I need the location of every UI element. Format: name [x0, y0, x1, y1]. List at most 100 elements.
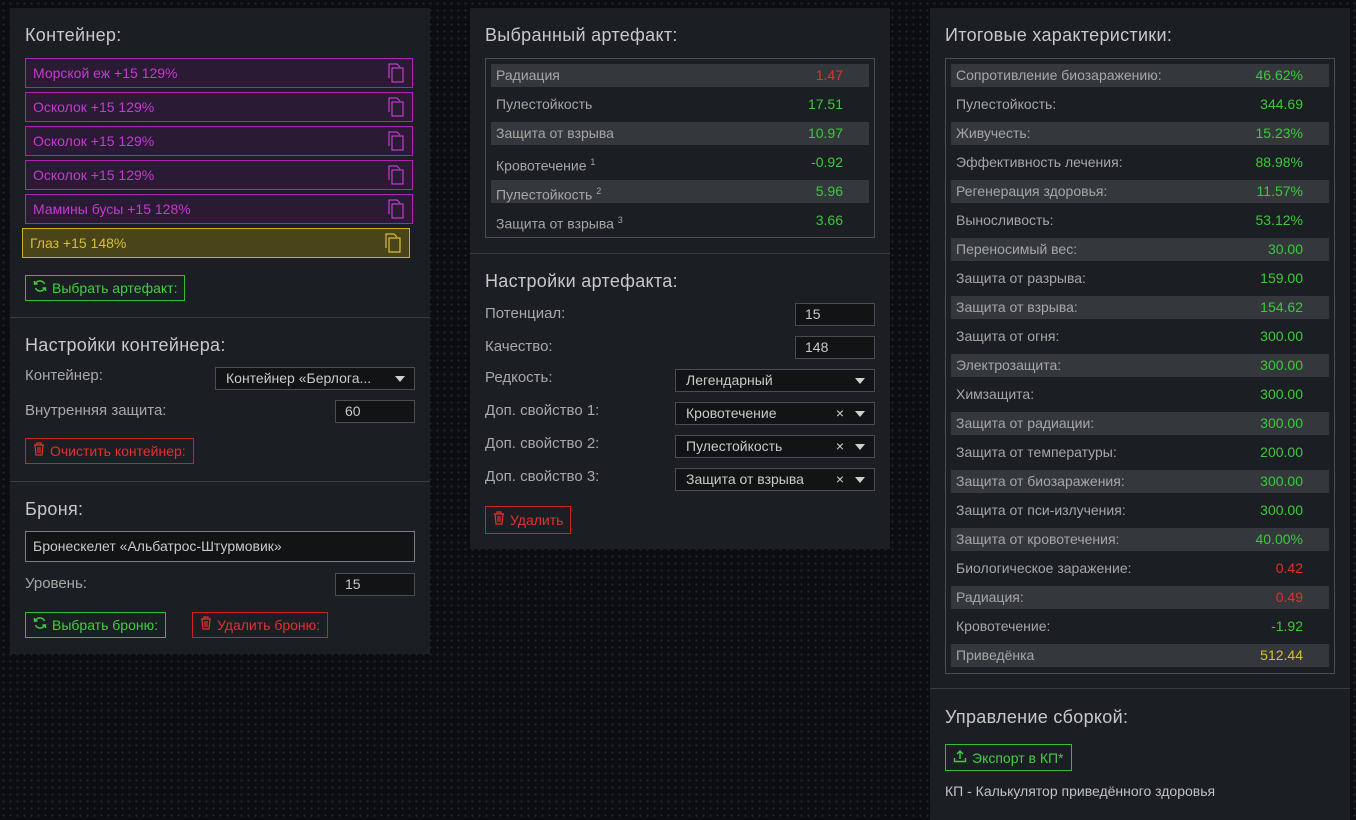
container-slot-selected[interactable]: Глаз +15 148%	[22, 228, 410, 258]
container-slot-5[interactable]: Мамины бусы +15 128%	[25, 194, 413, 224]
trash-icon	[33, 439, 45, 463]
divider	[930, 688, 1350, 689]
stat-name: Эффективность лечения:	[956, 154, 1123, 170]
trash-icon	[493, 508, 505, 532]
table-row: Защита от радиации: 300.00	[951, 412, 1329, 435]
armor-level-label: Уровень:	[25, 575, 87, 592]
container-slot-3[interactable]: Осколок +15 129%	[25, 126, 413, 156]
potential-input[interactable]: 15	[795, 303, 875, 326]
prop2-value: Пулестойкость	[686, 438, 783, 454]
armor-name-field[interactable]: Бронескелет «Альбатрос-Штурмовик»	[25, 531, 415, 562]
prop3-value: Защита от взрыва	[686, 471, 804, 487]
clear-container-label: Очистить контейнер:	[50, 443, 186, 459]
stat-value: 17.51	[807, 96, 843, 112]
container-select[interactable]: Контейнер «Берлога...	[215, 367, 415, 390]
copy-icon[interactable]	[387, 97, 405, 126]
chevron-down-icon	[855, 477, 865, 483]
stat-value: 300.00	[1260, 357, 1303, 373]
table-row: Пулестойкость 17.51	[491, 93, 869, 116]
prop3-label: Доп. свойство 3:	[485, 468, 600, 485]
stat-value: -0.92	[811, 154, 843, 170]
stat-name: Защита от разрыва:	[956, 270, 1086, 286]
refresh-icon	[33, 613, 47, 637]
slot-label: Глаз +15 148%	[30, 235, 127, 251]
totals-table: Сопротивление биозаражению: 46.62% Пулесто…	[945, 58, 1335, 674]
stat-value: 300.00	[1260, 328, 1303, 344]
stat-value: 0.42	[1275, 560, 1303, 576]
copy-icon[interactable]	[387, 131, 405, 160]
table-row: Радиация 1.47	[491, 64, 869, 87]
table-row: Радиация: 0.49	[951, 586, 1329, 609]
stat-value: 300.00	[1260, 386, 1303, 402]
container-title: Контейнер:	[25, 25, 122, 45]
build-note: КП - Калькулятор приведённого здоровья	[945, 783, 1216, 799]
middle-panel: Выбранный артефакт: Радиация 1.47 Пулест…	[470, 8, 890, 549]
table-row: Пулестойкость: 344.69	[951, 93, 1329, 116]
table-row: Приведёнка 512.44	[951, 644, 1329, 667]
upload-icon	[953, 746, 967, 770]
stat-value: 11.57%	[1256, 183, 1303, 199]
armor-level-input[interactable]: 15	[335, 573, 415, 596]
container-slot-2[interactable]: Осколок +15 129%	[25, 92, 413, 122]
export-button[interactable]: Экспорт в КП*	[945, 744, 1072, 771]
copy-icon[interactable]	[384, 233, 402, 262]
table-row: Защита от температуры: 200.00	[951, 441, 1329, 464]
stat-name: Пулестойкость 2	[496, 186, 602, 203]
artifact-settings-title: Настройки артефакта:	[485, 271, 678, 291]
divider	[470, 253, 890, 254]
clear-icon[interactable]: ×	[836, 403, 844, 424]
table-row: Защита от огня: 300.00	[951, 325, 1329, 348]
right-panel: Итоговые характеристики: Сопротивление б…	[930, 8, 1350, 820]
table-row: Биологическое заражение: 0.42	[951, 557, 1329, 580]
clear-icon[interactable]: ×	[836, 436, 844, 457]
prop2-label: Доп. свойство 2:	[485, 435, 600, 452]
stat-name: Пулестойкость:	[956, 96, 1057, 112]
container-slot-1[interactable]: Морской еж +15 129%	[25, 58, 413, 88]
clear-container-button[interactable]: Очистить контейнер:	[25, 438, 194, 464]
stat-name: Радиация	[496, 67, 560, 83]
table-row: Защита от взрыва: 154.62	[951, 296, 1329, 319]
copy-icon[interactable]	[387, 199, 405, 228]
stat-value: 30.00	[1267, 241, 1303, 257]
copy-icon[interactable]	[387, 63, 405, 92]
table-row: Защита от биозаражения: 300.00	[951, 470, 1329, 493]
quality-label: Качество:	[485, 338, 553, 355]
quality-input[interactable]: 148	[795, 336, 875, 359]
stat-name: Регенерация здоровья:	[956, 183, 1108, 199]
stat-name: Защита от кровотечения:	[956, 531, 1120, 547]
stat-name: Приведёнка	[956, 647, 1035, 663]
export-label: Экспорт в КП*	[972, 749, 1064, 766]
stat-name: Сопротивление биозаражению:	[956, 67, 1162, 83]
stat-value: 5.96	[815, 183, 843, 199]
copy-icon[interactable]	[387, 165, 405, 194]
table-row: Защита от разрыва: 159.00	[951, 267, 1329, 290]
stat-name: Защита от взрыва	[496, 125, 614, 141]
prop2-select[interactable]: Пулестойкость ×	[675, 435, 875, 458]
delete-artifact-label: Удалить	[510, 512, 564, 528]
stat-name: Радиация:	[956, 589, 1024, 605]
stat-name: Кровотечение 1	[496, 157, 596, 174]
delete-artifact-button[interactable]: Удалить	[485, 506, 572, 534]
stat-value: 46.62%	[1255, 67, 1303, 83]
stat-name: Защита от температуры:	[956, 444, 1117, 460]
delete-armor-label: Удалить броню:	[217, 617, 321, 633]
armor-title: Броня:	[25, 499, 84, 519]
container-slot-4[interactable]: Осколок +15 129%	[25, 160, 413, 190]
stat-value: 344.69	[1260, 96, 1303, 112]
build-title: Управление сборкой:	[945, 707, 1129, 727]
choose-armor-button[interactable]: Выбрать броню:	[25, 612, 166, 638]
stat-name: Защита от огня:	[956, 328, 1060, 344]
inner-protection-input[interactable]: 60	[335, 400, 415, 423]
delete-armor-button[interactable]: Удалить броню:	[192, 612, 329, 638]
rarity-value: Легендарный	[686, 372, 773, 388]
prop1-select[interactable]: Кровотечение ×	[675, 402, 875, 425]
stat-name: Переносимый вес:	[956, 241, 1078, 257]
stat-name: Кровотечение:	[956, 618, 1051, 634]
prop3-select[interactable]: Защита от взрыва ×	[675, 468, 875, 491]
select-artifact-button[interactable]: Выбрать артефакт:	[25, 275, 186, 301]
chevron-down-icon	[855, 444, 865, 450]
rarity-select[interactable]: Легендарный	[675, 369, 875, 392]
selected-artifact-table: Радиация 1.47 Пулестойкость 17.51 Защита…	[485, 58, 875, 238]
clear-icon[interactable]: ×	[836, 469, 844, 490]
select-artifact-label: Выбрать артефакт:	[52, 280, 178, 296]
